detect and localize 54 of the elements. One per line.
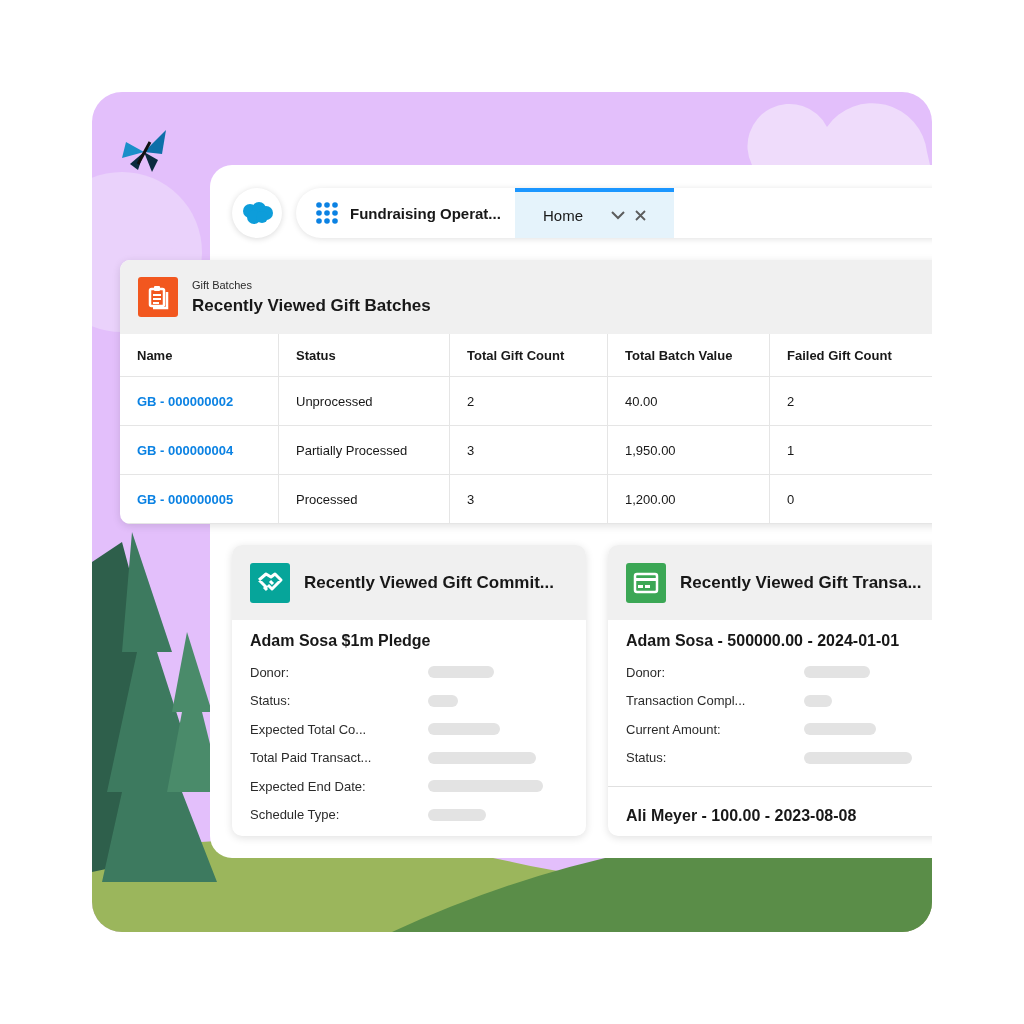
- field-label: Total Paid Transact...: [250, 750, 373, 766]
- app-launcher-icon[interactable]: [316, 202, 338, 224]
- field-label: Expected Total Co...: [250, 721, 368, 737]
- column-header[interactable]: Status: [279, 334, 450, 377]
- table-cell: Partially Processed: [279, 426, 450, 475]
- record-title[interactable]: Ali Meyer - 100.00 - 2023-08-08: [626, 799, 932, 833]
- cloud-logo-icon: [241, 202, 273, 224]
- record-link[interactable]: GB - 000000005: [137, 491, 234, 507]
- table-cell: 3: [450, 426, 608, 475]
- value-placeholder: [428, 694, 458, 707]
- field-label: Schedule Type:: [250, 807, 341, 823]
- table-cell: 2: [450, 377, 608, 426]
- table-cell: Unprocessed: [279, 377, 450, 426]
- handshake-icon: [250, 562, 290, 603]
- record-title[interactable]: Adam Sosa - 500000.00 - 2024-01-01: [626, 632, 932, 650]
- logo-button[interactable]: [232, 188, 282, 238]
- clipboard-icon: [138, 277, 178, 317]
- field-label: Expected End Date:: [250, 778, 367, 794]
- card-title: Recently Viewed Gift Transa...: [680, 572, 922, 593]
- column-header[interactable]: Name: [120, 334, 279, 377]
- table-cell: 0: [770, 475, 932, 524]
- table-cell: 2: [770, 377, 932, 426]
- table-cell: 3: [450, 475, 608, 524]
- field-label: Current Amount:: [626, 721, 722, 737]
- value-placeholder: [428, 808, 486, 821]
- record-title[interactable]: Adam Sosa $1m Pledge: [250, 632, 568, 650]
- value-placeholder: [804, 694, 832, 707]
- record-link[interactable]: GB - 000000002: [137, 393, 234, 409]
- close-icon[interactable]: [635, 209, 646, 221]
- table-cell: 1: [770, 426, 932, 475]
- list-title: Recently Viewed Gift Batches: [192, 295, 431, 316]
- record-link[interactable]: GB - 000000004: [137, 442, 234, 458]
- nav-tab[interactable]: Home: [515, 188, 674, 238]
- credit-card-icon: [626, 562, 666, 603]
- object-label: Gift Batches: [192, 278, 253, 291]
- column-header[interactable]: Total Gift Count: [450, 334, 608, 377]
- value-placeholder: [428, 666, 494, 679]
- column-header[interactable]: Failed Gift Count: [770, 334, 932, 377]
- field-label: Transaction Compl...: [626, 693, 747, 709]
- table-cell: 1,950.00: [608, 426, 770, 475]
- chevron-down-icon[interactable]: [611, 210, 625, 220]
- table-cell: Processed: [279, 475, 450, 524]
- card-title: Recently Viewed Gift Commit...: [304, 572, 555, 593]
- table-cell: 40.00: [608, 377, 770, 426]
- value-placeholder: [804, 723, 876, 736]
- field-label: Donor:: [250, 664, 291, 680]
- app-name: Fundraising Operat...: [350, 203, 502, 224]
- field-label: Status:: [626, 750, 668, 766]
- field-label: Status:: [250, 693, 292, 709]
- field-label: Donor:: [626, 664, 667, 680]
- table-cell: 1,200.00: [608, 475, 770, 524]
- value-placeholder: [804, 666, 870, 679]
- column-header[interactable]: Total Batch Value: [608, 334, 770, 377]
- value-placeholder: [428, 723, 500, 736]
